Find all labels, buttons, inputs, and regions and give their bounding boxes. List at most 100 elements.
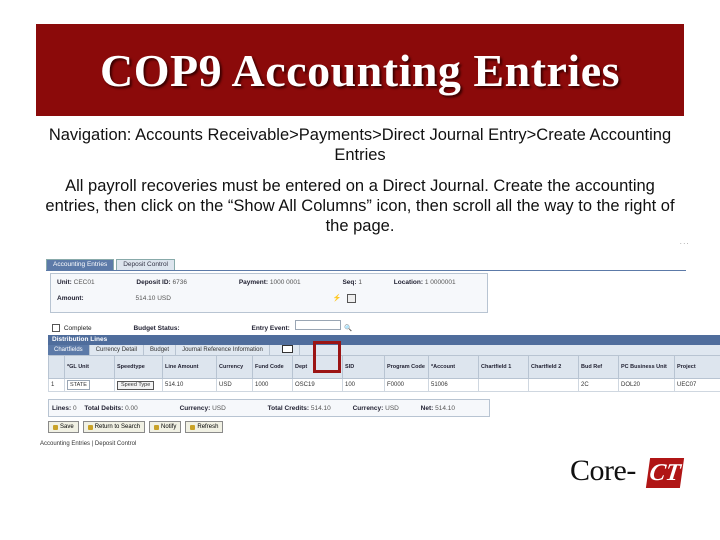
cell-fund-code[interactable]: 1000 [252, 378, 293, 392]
notify-button[interactable]: Notify [149, 421, 182, 433]
complete-checkbox[interactable] [52, 324, 60, 333]
unit-value: CEC01 [73, 279, 95, 286]
entry-event-label: Entry Event: [251, 325, 290, 332]
cell-project[interactable]: UEC07 [674, 378, 720, 392]
location-label: Location: [393, 279, 424, 286]
cell-sid[interactable]: 100 [342, 378, 385, 392]
net-label: Net: [420, 405, 434, 412]
col-header: PC Business Unit [618, 355, 675, 379]
currency2-label: Currency: [352, 405, 384, 412]
footer-page-links[interactable]: Accounting Entries | Deposit Control [40, 441, 136, 447]
slide-title: COP9 Accounting Entries [99, 44, 621, 96]
deposit-label: Deposit ID: [136, 279, 171, 286]
page-tabs: Accounting Entries Deposit Control [46, 259, 176, 270]
location-value: 1 0000001 [424, 279, 456, 286]
header-panel: Unit: CEC01 Deposit ID: 6736 Payment: 10… [50, 273, 488, 313]
col-header: Currency [216, 355, 253, 379]
col-header: Chartfield 2 [528, 355, 579, 379]
row-number: 1 [48, 378, 65, 392]
core-ct-logo: Core- CT [570, 452, 690, 492]
amount-label: Amount: [57, 295, 84, 303]
grid-tabs: Chartfields Currency Detail Budget Journ… [48, 345, 720, 355]
document-icon[interactable] [347, 294, 357, 303]
peoplesoft-screenshot: Accounting Entries Deposit Control Unit:… [40, 245, 720, 455]
header-row-1: Unit: CEC01 Deposit ID: 6736 Payment: 10… [57, 279, 456, 286]
col-header: Fund Code [252, 355, 293, 379]
complete-label: Complete [63, 325, 92, 332]
net-value: 514.10 [435, 405, 456, 412]
cell-line-amount[interactable]: 514.10 [162, 378, 217, 392]
save-label: Save [60, 424, 74, 430]
credits-value: 514.10 [310, 405, 331, 412]
col-header: Project [674, 355, 720, 379]
action-buttons: Save Return to Search Notify Refresh [48, 421, 224, 433]
col-header: Line Amount [162, 355, 217, 379]
debits-label: Total Debits: [84, 405, 124, 412]
cell-gl-unit[interactable]: STATE [64, 378, 115, 392]
col-header: Speedtype [114, 355, 163, 379]
col-header: Chartfield 1 [478, 355, 529, 379]
notify-label: Notify [161, 424, 177, 430]
debits-value: 0.00 [125, 405, 138, 412]
deposit-value: 6736 [172, 279, 187, 286]
cell-account[interactable]: 51006 [428, 378, 479, 392]
logo-ct-text: CT [645, 458, 685, 488]
col-header: *GL Unit [64, 355, 115, 379]
table-row: 1 STATE Speed Type 514.10 USD 1000 OSC19… [48, 378, 720, 392]
budget-status-label: Budget Status: [133, 325, 180, 332]
cell-chartfield-1[interactable] [478, 378, 529, 392]
distribution-grid: Distribution Lines Chartfields Currency … [48, 335, 720, 392]
seq-label: Seq: [342, 279, 357, 286]
totals-row: Lines: 0 Total Debits: 0.00 Currency: US… [52, 405, 455, 412]
show-all-columns-highlight [313, 341, 341, 373]
tab-deposit-control[interactable]: Deposit Control [116, 259, 176, 270]
cell-chartfield-2[interactable] [528, 378, 579, 392]
save-button[interactable]: Save [48, 421, 79, 433]
navigation-text: Navigation: Accounts Receivable>Payments… [48, 126, 672, 164]
cell-bud-ref[interactable]: 2C [578, 378, 619, 392]
return-label: Return to Search [94, 424, 141, 430]
return-to-search-button[interactable]: Return to Search [82, 421, 146, 433]
notify-icon [154, 424, 160, 430]
tab-divider [46, 270, 686, 271]
refresh-button[interactable]: Refresh [185, 421, 224, 433]
title-banner: COP9 Accounting Entries [36, 24, 684, 116]
lightning-icon[interactable]: ⚡ [333, 295, 342, 302]
refresh-icon [190, 424, 196, 430]
speed-type-button[interactable]: Speed Type [117, 380, 155, 390]
distribution-table: *GL Unit Speedtype Line Amount Currency … [48, 355, 720, 392]
seq-value: 1 [358, 279, 362, 286]
cell-program-code[interactable]: F0000 [384, 378, 429, 392]
credits-label: Total Credits: [267, 405, 310, 412]
show-all-columns-icon[interactable] [281, 345, 293, 354]
payment-value: 1000 0001 [269, 279, 301, 286]
table-header-row: *GL Unit Speedtype Line Amount Currency … [48, 355, 720, 379]
lookup-icon[interactable]: 🔍 [344, 325, 352, 332]
col-header: SID [342, 355, 385, 379]
tab-accounting-entries[interactable]: Accounting Entries [46, 259, 115, 270]
grid-tab-currency-detail[interactable]: Currency Detail [90, 345, 145, 355]
lines-label: Lines: [52, 405, 72, 412]
grid-tab-journal-reference[interactable]: Journal Reference Information [176, 345, 270, 355]
logo-core-text: Core- [570, 454, 636, 487]
amount-value: 514.10 USD [135, 295, 171, 303]
cell-speedtype[interactable]: Speed Type [114, 378, 163, 392]
cell-dept[interactable]: OSC19 [292, 378, 343, 392]
cell-currency: USD [216, 378, 253, 392]
show-all-columns-tab[interactable] [270, 345, 300, 355]
unit-label: Unit: [57, 279, 72, 286]
gl-unit-input[interactable]: STATE [67, 380, 90, 390]
cell-pc-business-unit[interactable]: DOL20 [618, 378, 675, 392]
payment-label: Payment: [238, 279, 269, 286]
refresh-label: Refresh [197, 424, 219, 430]
instructions-text: All payroll recoveries must be entered o… [45, 177, 675, 235]
col-header: Bud Ref [578, 355, 619, 379]
save-icon [53, 424, 58, 430]
return-icon [87, 424, 93, 430]
grid-title: Distribution Lines [48, 335, 720, 345]
grid-tab-chartfields[interactable]: Chartfields [48, 345, 90, 355]
entry-event-input[interactable] [294, 320, 341, 330]
options-row: Complete Budget Status: Entry Event: 🔍 [52, 320, 353, 333]
col-header: Program Code [384, 355, 429, 379]
grid-tab-budget[interactable]: Budget [144, 345, 177, 355]
